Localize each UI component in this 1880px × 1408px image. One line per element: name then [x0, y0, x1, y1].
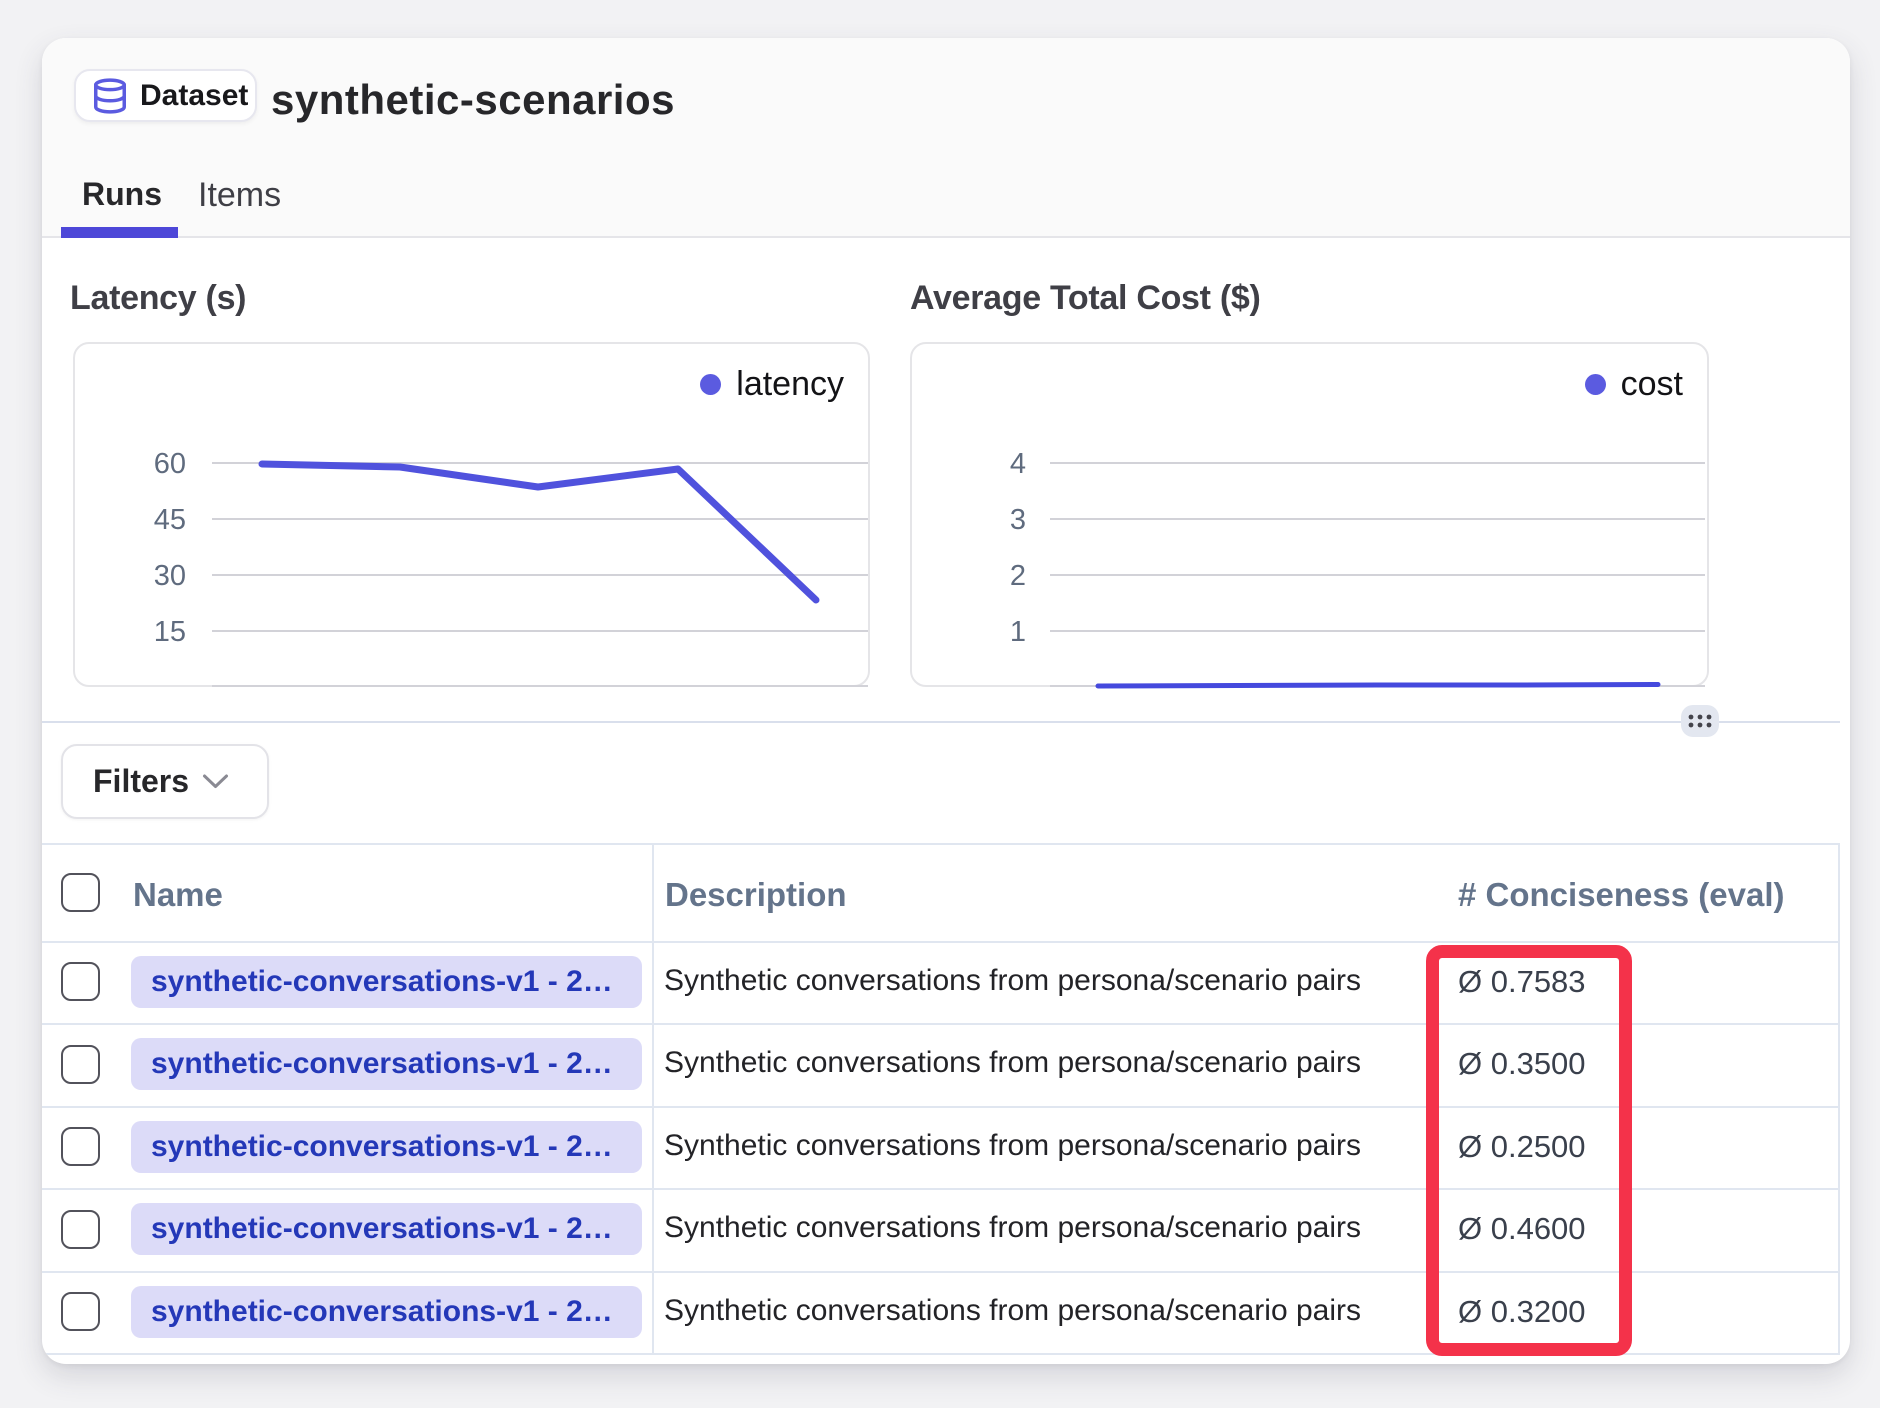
svg-text:2: 2: [1010, 560, 1026, 592]
svg-text:4: 4: [1010, 448, 1026, 480]
svg-text:3: 3: [1010, 504, 1026, 536]
svg-text:60: 60: [154, 448, 186, 480]
svg-text:30: 30: [154, 560, 186, 592]
svg-text:1: 1: [1010, 616, 1026, 648]
svg-text:45: 45: [154, 504, 186, 536]
svg-text:15: 15: [154, 616, 186, 648]
